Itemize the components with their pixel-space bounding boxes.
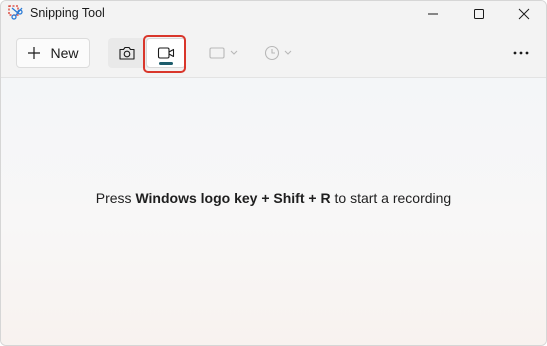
hint-plus: + xyxy=(304,190,321,206)
screenshot-mode-button[interactable] xyxy=(108,38,146,68)
more-options-button[interactable] xyxy=(506,38,536,68)
clock-icon xyxy=(264,45,280,61)
chevron-down-icon xyxy=(284,50,292,55)
hint-text: Press xyxy=(95,190,136,206)
hint-text: to start a recording xyxy=(330,190,452,206)
content-area: Press Windows logo key + Shift + R to st… xyxy=(1,78,546,345)
hint-plus: + xyxy=(257,190,274,206)
delay-dropdown[interactable] xyxy=(259,38,297,68)
snip-shape-dropdown[interactable] xyxy=(204,38,242,68)
ellipsis-icon xyxy=(513,51,529,55)
plus-icon xyxy=(28,47,41,59)
minimize-icon xyxy=(428,13,438,15)
snipping-tool-icon xyxy=(8,5,24,21)
maximize-button[interactable] xyxy=(456,1,502,27)
snipping-tool-window: Snipping Tool New Press Windows logo key… xyxy=(0,0,547,346)
highlight-annotation xyxy=(143,35,186,73)
rectangle-icon xyxy=(209,47,225,59)
recording-hint: Press Windows logo key + Shift + R to st… xyxy=(1,190,546,206)
minimize-button[interactable] xyxy=(410,1,456,27)
camera-icon xyxy=(119,46,135,60)
chevron-down-icon xyxy=(230,50,238,55)
toolbar: New xyxy=(1,27,546,78)
hint-key-r: R xyxy=(320,190,331,206)
hint-key-shift: Shift xyxy=(273,190,305,206)
close-button[interactable] xyxy=(501,1,546,27)
maximize-icon xyxy=(474,9,484,19)
title-bar[interactable]: Snipping Tool xyxy=(1,1,546,27)
new-button[interactable]: New xyxy=(16,38,90,68)
hint-key-windows: Windows logo key xyxy=(135,190,258,206)
window-title: Snipping Tool xyxy=(30,6,105,20)
close-icon xyxy=(518,8,530,20)
new-button-label: New xyxy=(50,45,79,61)
